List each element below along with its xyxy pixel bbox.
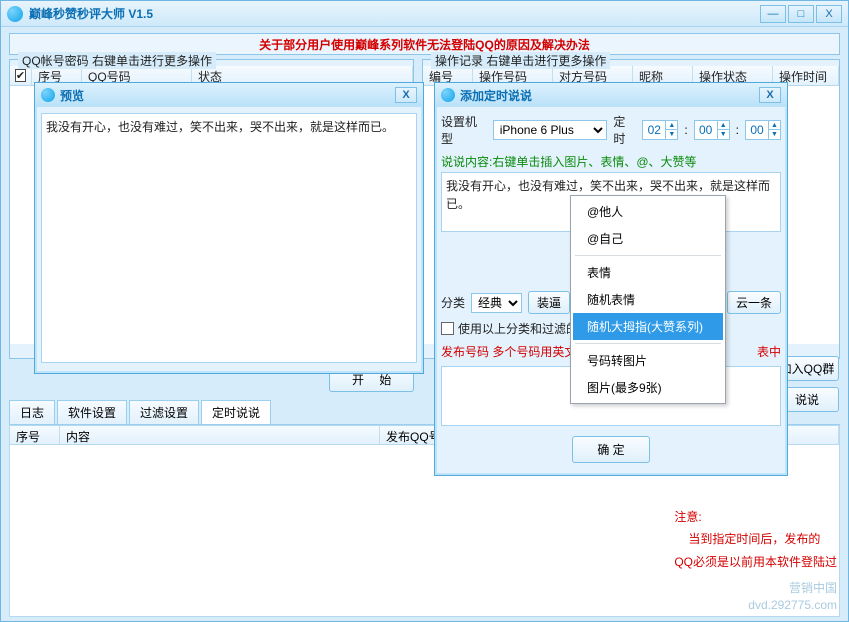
watermark: 营销中国 dvd.292775.com (748, 580, 837, 614)
app-icon (7, 6, 23, 22)
col2-seq: 序号 (10, 426, 60, 444)
col2-content: 内容 (60, 426, 380, 444)
close-button[interactable]: X (816, 5, 842, 23)
app-title: 巅峰秒赞秒评大师 V1.5 (29, 5, 758, 22)
watermark-line1: 营销中国 (748, 580, 837, 597)
seg-zhuangbi[interactable]: 装逼 (528, 291, 570, 314)
menu-random-thumb[interactable]: 随机大拇指(大赞系列) (573, 313, 723, 340)
category-label: 分类 (441, 294, 465, 311)
preview-dialog: 预览 X (34, 82, 424, 374)
up-arrow-icon: ▲ (665, 121, 677, 130)
note-title: 注意: (674, 506, 837, 529)
context-menu: @他人 @自己 表情 随机表情 随机大拇指(大赞系列) 号码转图片 图片(最多9… (570, 195, 726, 404)
menu-separator (575, 343, 721, 344)
down-arrow-icon: ▼ (768, 130, 780, 139)
publish-label: 发布号码 多个号码用英文 (441, 343, 576, 360)
preview-textarea[interactable] (41, 113, 417, 363)
menu-random-emoji[interactable]: 随机表情 (573, 286, 723, 313)
add-shuoshuo-title: 添加定时说说 (460, 87, 532, 104)
device-label: 设置机型 (441, 113, 487, 147)
tab-log[interactable]: 日志 (9, 400, 55, 424)
menu-at-other[interactable]: @他人 (573, 198, 723, 225)
use-filter-checkbox[interactable]: 使用以上分类和过滤的 (441, 320, 578, 337)
menu-pictures[interactable]: 图片(最多9张) (573, 374, 723, 401)
minute-spinner[interactable]: 00▲▼ (694, 120, 730, 140)
tab-scheduled-shuoshuo[interactable]: 定时说说 (201, 400, 271, 424)
menu-at-self[interactable]: @自己 (573, 225, 723, 252)
note-line1: 当到指定时间后，发布的 (674, 528, 837, 551)
category-select[interactable]: 经典 (471, 293, 522, 313)
qq-accounts-legend: QQ帐号密码 右键单击进行更多操作 (18, 52, 216, 69)
menu-separator (575, 255, 721, 256)
preview-close-button[interactable]: X (395, 87, 417, 103)
tab-software-settings[interactable]: 软件设置 (57, 400, 127, 424)
device-row: 设置机型 iPhone 6 Plus 定时 02▲▼ : 00▲▼ : 00▲▼ (441, 113, 781, 147)
up-arrow-icon: ▲ (717, 121, 729, 130)
preview-dialog-title: 预览 (60, 87, 84, 104)
preview-dialog-body (35, 107, 423, 372)
second-spinner[interactable]: 00▲▼ (745, 120, 781, 140)
note-line2: QQ必须是以前用本软件登陆过 (674, 551, 837, 574)
timer-label: 定时 (613, 113, 636, 147)
check-all-icon[interactable]: ✔ (15, 69, 26, 82)
menu-number-to-pic[interactable]: 号码转图片 (573, 347, 723, 374)
device-select[interactable]: iPhone 6 Plus (493, 120, 608, 140)
dialog-icon (41, 88, 55, 102)
ok-button[interactable]: 确 定 (572, 436, 649, 463)
publish-tail: 表中 (757, 343, 781, 360)
watermark-line2: dvd.292775.com (748, 597, 837, 614)
footer-warning: 注意: 当到指定时间后，发布的 QQ必须是以前用本软件登陆过 (674, 506, 837, 574)
op-records-legend: 操作记录 右键单击进行更多操作 (431, 52, 610, 69)
cloud-one-button[interactable]: 云一条 (727, 291, 781, 314)
menu-emoji[interactable]: 表情 (573, 259, 723, 286)
hour-spinner[interactable]: 02▲▼ (642, 120, 678, 140)
minimize-button[interactable]: — (760, 5, 786, 23)
add-shuoshuo-close-button[interactable]: X (759, 87, 781, 103)
content-hint: 说说内容:右键单击插入图片、表情、@、大赞等 (441, 153, 781, 170)
down-arrow-icon: ▼ (665, 130, 677, 139)
dialog-icon (441, 88, 455, 102)
title-bar: 巅峰秒赞秒评大师 V1.5 — □ X (1, 1, 848, 27)
down-arrow-icon: ▼ (717, 130, 729, 139)
up-arrow-icon: ▲ (768, 121, 780, 130)
preview-dialog-title-bar[interactable]: 预览 X (35, 83, 423, 107)
add-shuoshuo-title-bar[interactable]: 添加定时说说 X (435, 83, 787, 107)
tab-filter-settings[interactable]: 过滤设置 (129, 400, 199, 424)
maximize-button[interactable]: □ (788, 5, 814, 23)
